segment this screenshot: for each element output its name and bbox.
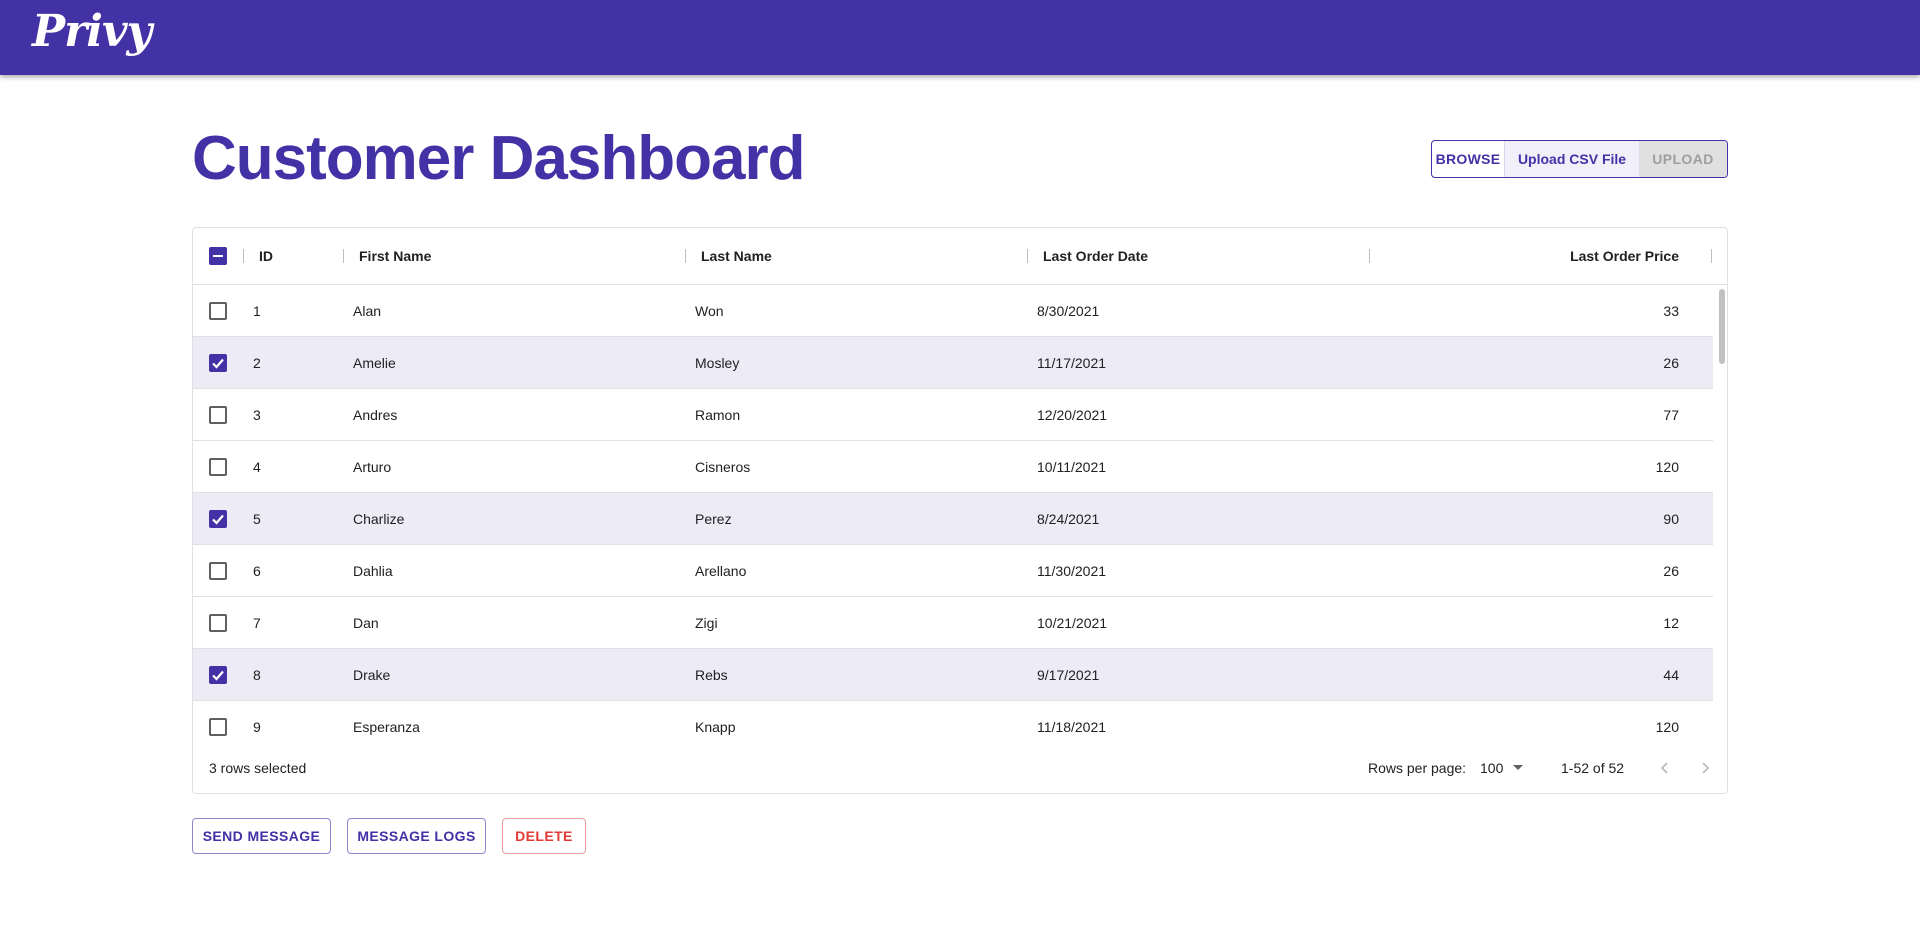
browse-button[interactable]: BROWSE [1432, 141, 1505, 177]
cell-id: 4 [253, 458, 261, 475]
cell-last-order-price: 33 [1663, 302, 1679, 319]
table-row[interactable]: 4 Arturo Cisneros 10/11/2021 120 [193, 441, 1713, 493]
column-separator[interactable] [685, 249, 686, 263]
cell-last-order-date: 10/21/2021 [1037, 614, 1108, 631]
column-separator[interactable] [1711, 249, 1712, 263]
vertical-scrollbar[interactable] [1719, 287, 1725, 747]
cell-last-order-price: 26 [1663, 562, 1679, 579]
cell-first-name: Dan [353, 614, 379, 631]
upload-button[interactable]: UPLOAD [1639, 141, 1727, 177]
table-row[interactable]: 7 Dan Zigi 10/21/2021 12 [193, 597, 1713, 649]
row-checkbox[interactable] [209, 510, 227, 528]
table-row[interactable]: 3 Andres Ramon 12/20/2021 77 [193, 389, 1713, 441]
checkmark-icon [212, 358, 224, 369]
cell-last-order-date: 8/24/2021 [1037, 510, 1100, 527]
row-checkbox[interactable] [209, 718, 227, 736]
table-row[interactable]: 5 Charlize Perez 8/24/2021 90 [193, 493, 1713, 545]
rows-per-page-label: Rows per page: [1368, 760, 1467, 776]
cell-first-name: Charlize [353, 510, 405, 527]
customer-data-grid: ID First Name Last Name Last Order Date … [192, 227, 1728, 794]
selected-rows-count: 3 rows selected [209, 760, 307, 776]
row-checkbox[interactable] [209, 562, 227, 580]
cell-first-name: Drake [353, 666, 391, 683]
column-separator[interactable] [343, 249, 344, 263]
cell-last-order-date: 12/20/2021 [1037, 406, 1108, 423]
cell-last-name: Won [695, 302, 724, 319]
cell-last-name: Arellano [695, 562, 747, 579]
top-app-bar: Privy [0, 0, 1920, 75]
checkmark-icon [212, 514, 224, 525]
table-row[interactable]: 6 Dahlia Arellano 11/30/2021 26 [193, 545, 1713, 597]
cell-id: 6 [253, 562, 261, 579]
cell-last-name: Perez [695, 510, 732, 527]
select-all-checkbox[interactable] [209, 247, 227, 265]
chevron-left-icon [1660, 762, 1668, 774]
column-header-last-order-date[interactable]: Last Order Date [1043, 228, 1148, 284]
chevron-right-icon [1702, 762, 1710, 774]
cell-last-order-price: 12 [1663, 614, 1679, 631]
scrollbar-thumb[interactable] [1719, 289, 1725, 364]
cell-last-order-date: 10/11/2021 [1037, 458, 1107, 475]
column-header-last-order-price[interactable]: Last Order Price [1393, 228, 1679, 284]
cell-last-name: Zigi [695, 614, 718, 631]
cell-last-name: Ramon [695, 406, 741, 423]
cell-last-order-price: 90 [1663, 510, 1679, 527]
csv-file-label[interactable]: Upload CSV File [1505, 141, 1639, 177]
cell-last-name: Rebs [695, 666, 728, 683]
column-separator[interactable] [1027, 249, 1028, 263]
cell-last-name: Mosley [695, 354, 740, 371]
caret-down-icon[interactable] [1513, 765, 1523, 770]
cell-last-order-price: 44 [1663, 666, 1679, 683]
cell-first-name: Andres [353, 406, 398, 423]
next-page-button[interactable] [1693, 756, 1717, 780]
column-header-first-name[interactable]: First Name [359, 228, 431, 284]
column-separator[interactable] [243, 249, 244, 263]
cell-first-name: Alan [353, 302, 382, 319]
cell-last-order-price: 26 [1663, 354, 1679, 371]
column-header-id[interactable]: ID [259, 228, 273, 284]
grid-footer: 3 rows selected Rows per page: 100 1-52 … [193, 742, 1727, 793]
cell-last-order-date: 11/30/2021 [1037, 562, 1107, 579]
previous-page-button[interactable] [1653, 756, 1677, 780]
table-row[interactable]: 2 Amelie Mosley 11/17/2021 26 [193, 337, 1713, 389]
cell-last-order-price: 120 [1655, 458, 1679, 475]
column-separator[interactable] [1369, 249, 1370, 263]
send-message-button[interactable]: SEND MESSAGE [192, 818, 331, 854]
row-checkbox[interactable] [209, 406, 227, 424]
cell-last-order-date: 8/30/2021 [1037, 302, 1100, 319]
grid-rows: 1 Alan Won 8/30/2021 33 2 Amelie Mosley … [193, 285, 1713, 793]
cell-id: 1 [253, 302, 261, 319]
table-row[interactable]: 1 Alan Won 8/30/2021 33 [193, 285, 1713, 337]
delete-button[interactable]: DELETE [502, 818, 586, 854]
csv-upload-group: BROWSE Upload CSV File UPLOAD [1431, 140, 1728, 178]
rows-per-page-select[interactable]: 100 [1480, 742, 1503, 793]
cell-last-name: Cisneros [695, 458, 751, 475]
cell-last-order-price: 77 [1663, 406, 1679, 423]
message-logs-button[interactable]: MESSAGE LOGS [347, 818, 486, 854]
cell-last-order-date: 11/17/2021 [1037, 354, 1107, 371]
cell-id: 7 [253, 614, 261, 631]
row-checkbox[interactable] [209, 666, 227, 684]
cell-id: 3 [253, 406, 261, 423]
indeterminate-checkbox-icon [213, 255, 223, 257]
row-checkbox[interactable] [209, 614, 227, 632]
cell-first-name: Dahlia [353, 562, 393, 579]
page-title: Customer Dashboard [192, 124, 805, 193]
grid-header: ID First Name Last Name Last Order Date … [193, 228, 1727, 285]
row-checkbox[interactable] [209, 354, 227, 372]
cell-id: 5 [253, 510, 261, 527]
row-checkbox[interactable] [209, 458, 227, 476]
pagination-range: 1-52 of 52 [1561, 760, 1625, 776]
table-row[interactable]: 8 Drake Rebs 9/17/2021 44 [193, 649, 1713, 701]
checkmark-icon [212, 670, 224, 681]
cell-last-order-date: 9/17/2021 [1037, 666, 1100, 683]
cell-first-name: Amelie [353, 354, 396, 371]
privy-logo[interactable]: Privy [32, 6, 152, 57]
row-checkbox[interactable] [209, 302, 227, 320]
cell-id: 8 [253, 666, 261, 683]
column-header-last-name[interactable]: Last Name [701, 228, 772, 284]
cell-id: 2 [253, 354, 261, 371]
cell-first-name: Arturo [353, 458, 392, 475]
